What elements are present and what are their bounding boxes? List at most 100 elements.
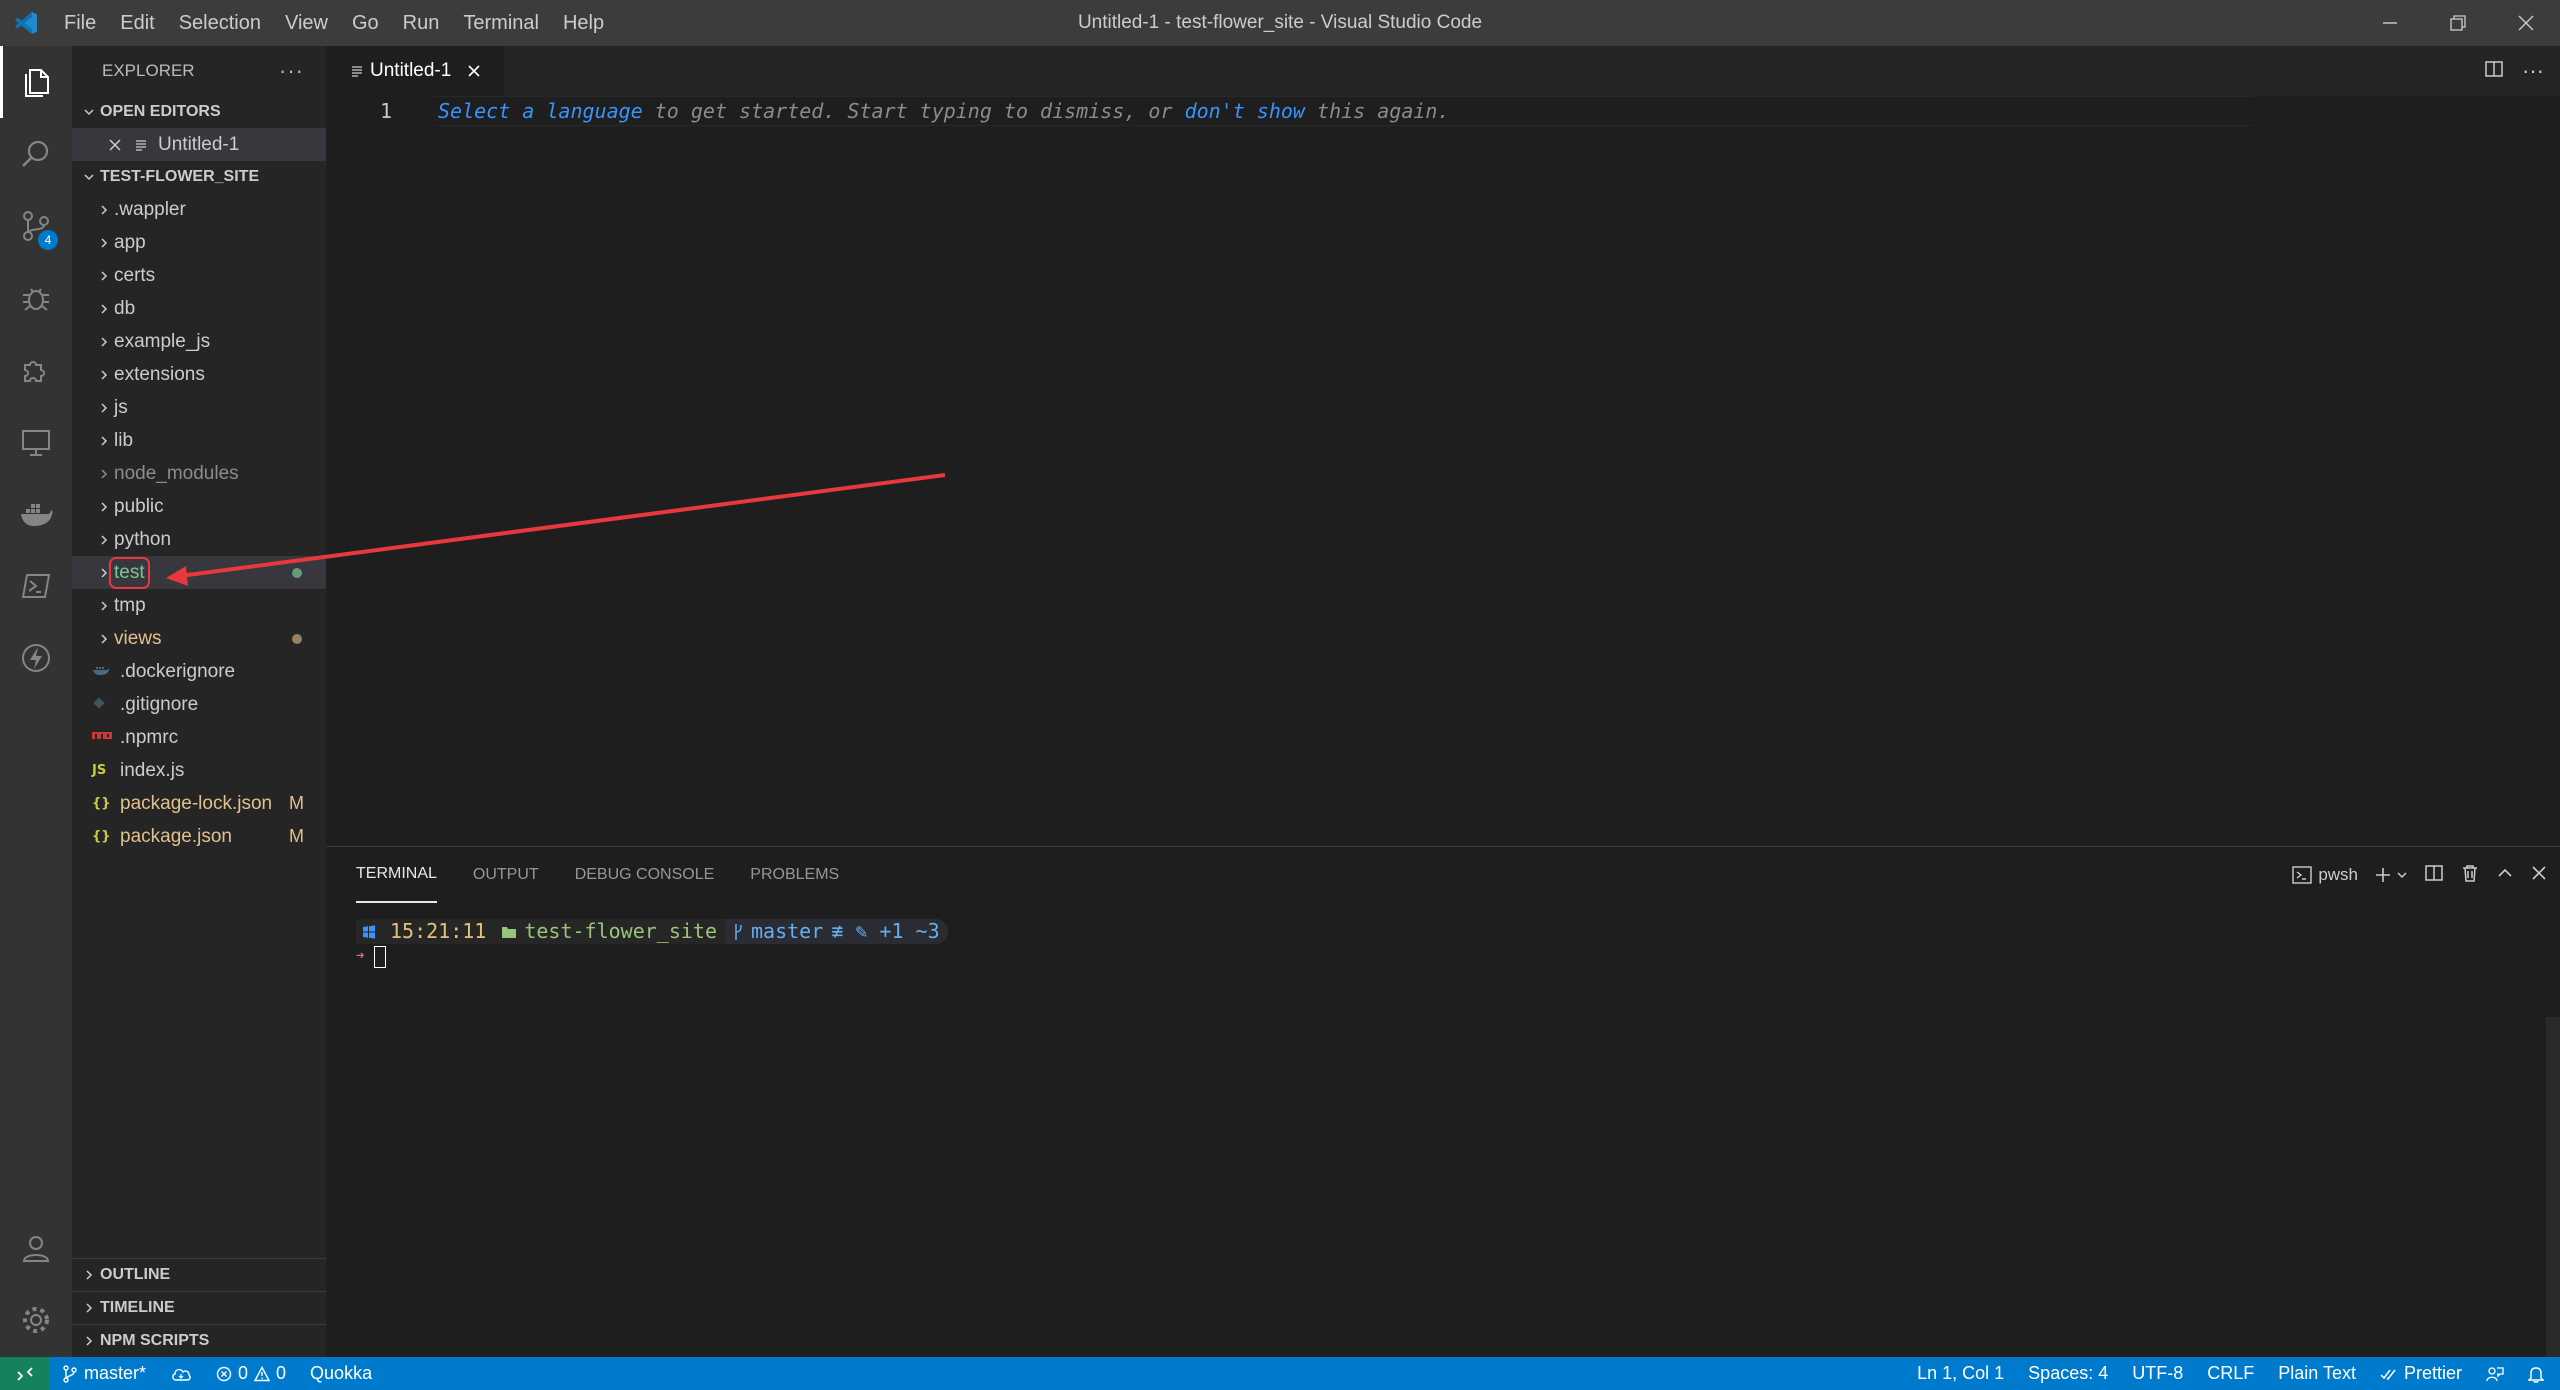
docker-file-icon	[92, 664, 120, 680]
git-branch-status[interactable]: master*	[50, 1357, 158, 1390]
remote-explorer-button[interactable]	[0, 406, 72, 478]
encoding-status[interactable]: UTF-8	[2120, 1357, 2195, 1390]
new-terminal-button[interactable]	[2374, 866, 2408, 884]
tree-file-package-lock-json[interactable]: {} package-lock.json M	[72, 787, 326, 820]
menu-go[interactable]: Go	[340, 0, 391, 46]
terminal-output[interactable]: 15:21:11 test-flower_site master ≢ ✎ +1 …	[356, 919, 948, 969]
terminal-selector[interactable]: pwsh	[2292, 865, 2358, 885]
tree-file-package-json[interactable]: {} package.json M	[72, 820, 326, 853]
open-editor-item[interactable]: Untitled-1	[72, 128, 326, 161]
notifications-button[interactable]	[2516, 1357, 2560, 1390]
menu-selection[interactable]: Selection	[167, 0, 273, 46]
close-icon	[2532, 865, 2546, 880]
tree-folder-test[interactable]: test	[72, 556, 326, 589]
tree-folder-tmp[interactable]: tmp	[72, 589, 326, 622]
editor-area[interactable]: 1 Select a language to get started. Star…	[326, 96, 2560, 846]
tree-file-dockerignore[interactable]: .dockerignore	[72, 655, 326, 688]
menu-file[interactable]: File	[52, 0, 108, 46]
tree-folder-app[interactable]: app	[72, 226, 326, 259]
tree-folder-example-js[interactable]: example_js	[72, 325, 326, 358]
open-editors-section[interactable]: OPEN EDITORS	[72, 96, 326, 128]
close-window-button[interactable]	[2492, 0, 2560, 46]
problems-status[interactable]: 0 0	[204, 1357, 298, 1390]
outline-section[interactable]: OUTLINE	[72, 1258, 326, 1291]
tree-folder-db[interactable]: db	[72, 292, 326, 325]
tree-file-gitignore[interactable]: .gitignore	[72, 688, 326, 721]
dont-show-link[interactable]: don't show	[1185, 99, 1305, 123]
tree-folder-public[interactable]: public	[72, 490, 326, 523]
line-number: 1	[380, 99, 393, 123]
tree-file-npmrc[interactable]: .npmrc	[72, 721, 326, 754]
language-mode-status[interactable]: Plain Text	[2266, 1357, 2368, 1390]
tab-debug-console[interactable]: DEBUG CONSOLE	[575, 847, 715, 903]
tree-folder-lib[interactable]: lib	[72, 424, 326, 457]
npm-scripts-section[interactable]: NPM SCRIPTS	[72, 1324, 326, 1357]
docker-view-button[interactable]	[0, 478, 72, 550]
tab-label: Untitled-1	[370, 60, 452, 81]
tree-folder-python[interactable]: python	[72, 523, 326, 556]
title-bar: File Edit Selection View Go Run Terminal…	[0, 0, 2560, 46]
close-icon	[2518, 15, 2534, 31]
menu-run[interactable]: Run	[391, 0, 452, 46]
tree-folder-extensions[interactable]: extensions	[72, 358, 326, 391]
source-control-view-button[interactable]: 4	[0, 190, 72, 262]
terminal-scrollbar[interactable]	[2546, 1017, 2560, 1358]
git-branch-icon	[735, 923, 742, 940]
cursor-position-status[interactable]: Ln 1, Col 1	[1905, 1357, 2016, 1390]
tab-untitled-1[interactable]: Untitled-1	[326, 46, 504, 96]
tree-folder-certs[interactable]: certs	[72, 259, 326, 292]
javascript-file-icon: JS	[92, 763, 107, 778]
tree-item-label: tmp	[114, 594, 146, 616]
more-actions-icon[interactable]: ···	[279, 58, 304, 84]
accounts-button[interactable]	[0, 1212, 72, 1284]
windows-icon	[363, 924, 375, 939]
extensions-view-button[interactable]	[0, 334, 72, 406]
prettier-status[interactable]: Prettier	[2368, 1357, 2474, 1390]
hint-text-end: this again.	[1304, 99, 1450, 123]
tree-folder-wappler[interactable]: .wappler	[72, 193, 326, 226]
tab-problems[interactable]: PROBLEMS	[750, 847, 839, 903]
eol-status[interactable]: CRLF	[2195, 1357, 2266, 1390]
quokka-status[interactable]: Quokka	[298, 1357, 384, 1390]
select-language-link[interactable]: Select a language	[438, 99, 643, 123]
remote-indicator[interactable]	[0, 1357, 50, 1390]
restore-button[interactable]	[2424, 0, 2492, 46]
search-view-button[interactable]	[0, 118, 72, 190]
menu-view[interactable]: View	[273, 0, 340, 46]
menu-help[interactable]: Help	[551, 0, 616, 46]
menu-edit[interactable]: Edit	[108, 0, 166, 46]
kill-terminal-button[interactable]	[2460, 863, 2480, 888]
close-tab-icon[interactable]	[467, 64, 481, 78]
prompt-dir-segment: test-flower_site	[494, 919, 725, 944]
bug-icon	[23, 288, 49, 311]
tree-file-index-js[interactable]: JS index.js	[72, 754, 326, 787]
indentation-status[interactable]: Spaces: 4	[2016, 1357, 2120, 1390]
sync-status[interactable]	[158, 1357, 204, 1390]
account-icon	[22, 1236, 50, 1262]
tab-terminal[interactable]: TERMINAL	[356, 847, 437, 903]
text-file-icon	[350, 64, 370, 78]
run-debug-view-button[interactable]	[0, 262, 72, 334]
close-panel-button[interactable]	[2530, 864, 2548, 887]
azure-view-button[interactable]	[0, 550, 72, 622]
git-status-badge: M	[289, 793, 304, 813]
manage-settings-button[interactable]	[0, 1284, 72, 1356]
close-editor-icon[interactable]	[108, 138, 134, 152]
more-actions-icon[interactable]: ···	[2522, 58, 2544, 84]
tree-folder-node-modules[interactable]: node_modules	[72, 457, 326, 490]
timeline-section[interactable]: TIMELINE	[72, 1291, 326, 1324]
split-editor-icon[interactable]	[2484, 59, 2504, 84]
minimize-button[interactable]	[2356, 0, 2424, 46]
menu-bar: File Edit Selection View Go Run Terminal…	[52, 0, 616, 46]
thunder-view-button[interactable]	[0, 622, 72, 694]
tree-folder-js[interactable]: js	[72, 391, 326, 424]
project-section[interactable]: TEST-FLOWER_SITE	[72, 161, 326, 193]
split-terminal-button[interactable]	[2424, 863, 2444, 888]
menu-terminal[interactable]: Terminal	[451, 0, 551, 46]
tree-folder-views[interactable]: views	[72, 622, 326, 655]
maximize-panel-button[interactable]	[2496, 864, 2514, 887]
tree-item-label: index.js	[120, 759, 185, 781]
tab-output[interactable]: OUTPUT	[473, 847, 539, 903]
feedback-button[interactable]	[2474, 1357, 2516, 1390]
explorer-view-button[interactable]	[0, 46, 72, 118]
